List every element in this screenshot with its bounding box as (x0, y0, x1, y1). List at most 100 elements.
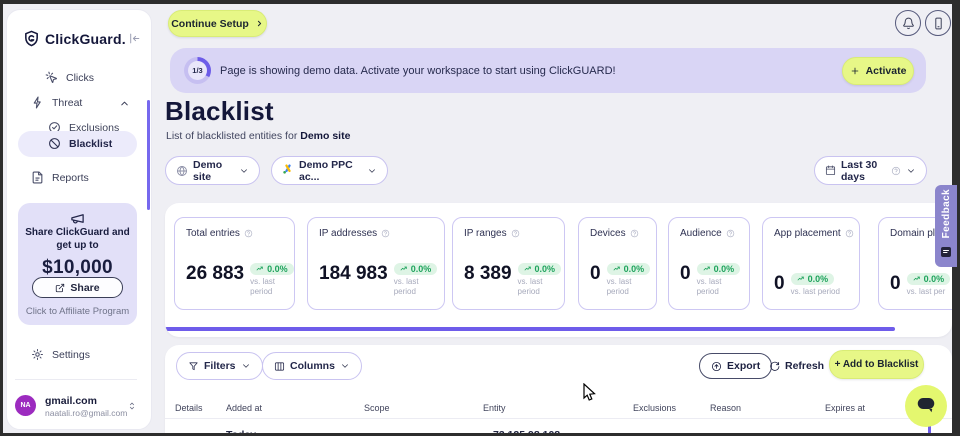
stat-title: Total entries (186, 228, 240, 239)
promo-line2: get up to (18, 239, 137, 252)
chat-bubble-icon (915, 393, 937, 420)
stat-vs-label: vs. last period (791, 287, 840, 297)
continue-setup-label: Continue Setup (171, 18, 249, 30)
sidebar-divider (15, 379, 137, 380)
columns-icon (274, 361, 285, 372)
sidebar-item-settings[interactable]: Settings (31, 348, 90, 361)
calendar-icon (825, 165, 836, 176)
chevron-down-icon (367, 166, 377, 176)
refresh-icon (769, 361, 780, 372)
stat-change-badge: 0.0% (791, 273, 835, 285)
columns-button[interactable]: Columns (262, 352, 362, 380)
refresh-label: Refresh (785, 360, 824, 372)
account-selector[interactable]: Demo PPC ac... (271, 156, 388, 185)
sidebar: ClickGuard. Clicks Threat Exclusions Bla… (6, 9, 152, 430)
avatar[interactable]: NA (15, 395, 36, 416)
sidebar-collapse-icon[interactable] (128, 32, 141, 45)
chevron-down-icon (906, 166, 916, 176)
help-circle-icon[interactable] (511, 229, 520, 238)
mobile-device-icon (932, 17, 945, 30)
window-frame-left (0, 0, 3, 436)
column-header-reason[interactable]: Reason (710, 403, 741, 413)
add-to-blacklist-button[interactable]: + Add to Blacklist (829, 350, 924, 379)
logo: ClickGuard. (23, 30, 126, 47)
google-ads-icon (282, 163, 294, 178)
stats-panel: Total entries 26 883 0.0% vs. last perio… (165, 203, 952, 337)
plus-icon (850, 66, 860, 76)
activate-label: Activate (866, 65, 907, 77)
stat-vs-label: vs. last period (250, 277, 288, 297)
filters-label: Filters (204, 360, 236, 372)
account-email: naatali.ro@gmail.com (45, 408, 127, 418)
external-link-icon (55, 283, 65, 293)
site-selector[interactable]: Demo site (165, 156, 260, 185)
site-selector-value: Demo site (193, 159, 234, 183)
column-header-scope[interactable]: Scope (364, 403, 390, 413)
page-subtitle-text: List of blacklisted entities for (166, 130, 297, 142)
column-header-details[interactable]: Details (175, 403, 203, 413)
mobile-app-button[interactable] (925, 10, 951, 36)
sidebar-item-reports[interactable]: Reports (31, 171, 89, 184)
demo-data-banner: 1/3 Page is showing demo data. Activate … (170, 48, 926, 93)
bell-icon (902, 17, 915, 30)
stat-vs-label: vs. last period (607, 277, 645, 297)
sidebar-item-threat[interactable]: Threat (31, 96, 82, 109)
filters-button[interactable]: Filters (176, 352, 263, 380)
chevron-down-icon (241, 361, 251, 371)
sidebar-scrollbar[interactable] (147, 100, 150, 210)
lightning-icon (31, 96, 44, 109)
promo-line1: Share ClickGuard and (18, 226, 137, 239)
stat-value: 0 (774, 273, 785, 295)
stat-vs-label: vs. last per (907, 287, 951, 297)
stat-change-badge: 0.0% (394, 263, 438, 275)
stats-horizontal-scrollbar[interactable] (165, 327, 895, 331)
column-header-exclusions[interactable]: Exclusions (633, 403, 676, 413)
page-subtitle: List of blacklisted entities for Demo si… (166, 130, 350, 142)
help-circle-icon[interactable] (845, 229, 854, 238)
continue-setup-button[interactable]: Continue Setup (168, 10, 267, 37)
stat-card-app-placement: App placement 0 0.0% vs. last period (762, 217, 860, 310)
feedback-form-icon (940, 245, 952, 263)
stat-value: 26 883 (186, 263, 244, 285)
funnel-icon (188, 361, 199, 372)
stat-title: IP addresses (319, 228, 377, 239)
gear-icon (31, 348, 44, 361)
stat-vs-label: vs. last period (518, 277, 556, 297)
activate-button[interactable]: Activate (842, 57, 914, 85)
chat-widget-button[interactable] (905, 385, 947, 427)
share-button[interactable]: Share (32, 277, 123, 298)
account-name: gmail.com (45, 395, 97, 407)
account-switcher-icon[interactable] (127, 401, 137, 411)
stat-card-ip-ranges: IP ranges 8 389 0.0% vs. last period (452, 217, 565, 310)
export-button[interactable]: Export (699, 353, 772, 379)
date-range-selector[interactable]: Last 30 days (814, 156, 927, 185)
help-circle-icon[interactable] (244, 229, 253, 238)
help-circle-icon[interactable] (726, 229, 735, 238)
help-circle-icon[interactable] (630, 229, 639, 238)
stat-value: 0 (680, 263, 691, 285)
column-header-entity[interactable]: Entity (483, 403, 506, 413)
sidebar-item-clicks[interactable]: Clicks (45, 71, 94, 84)
stat-vs-label: vs. last period (697, 277, 735, 297)
feedback-tab[interactable]: Feedback (935, 185, 957, 267)
stat-value: 0 (890, 273, 901, 295)
clickguard-shield-icon (23, 30, 40, 47)
add-to-blacklist-label: + Add to Blacklist (835, 359, 919, 370)
account-selector-value: Demo PPC ac... (299, 159, 362, 183)
page-subtitle-site: Demo site (300, 130, 350, 142)
app-window: ClickGuard. Clicks Threat Exclusions Bla… (0, 0, 960, 436)
affiliate-link-label: Click to Affiliate Program (18, 306, 137, 317)
column-header-added-at[interactable]: Added at (226, 403, 262, 413)
blacklist-table-panel: Filters Columns Export Refresh + Add to … (165, 345, 952, 436)
stat-title: Audience (680, 228, 722, 239)
column-header-expires-at[interactable]: Expires at (825, 403, 865, 413)
chevron-up-icon[interactable] (119, 98, 130, 109)
stat-value: 184 983 (319, 263, 388, 285)
stat-title: App placement (774, 228, 841, 239)
affiliate-promo-card[interactable]: Share ClickGuard and get up to $10,000 S… (18, 203, 137, 325)
help-circle-icon[interactable] (381, 229, 390, 238)
sidebar-item-blacklist[interactable]: Blacklist (48, 137, 112, 150)
megaphone-icon (18, 203, 137, 226)
notifications-button[interactable] (895, 10, 921, 36)
refresh-button[interactable]: Refresh (769, 353, 824, 379)
